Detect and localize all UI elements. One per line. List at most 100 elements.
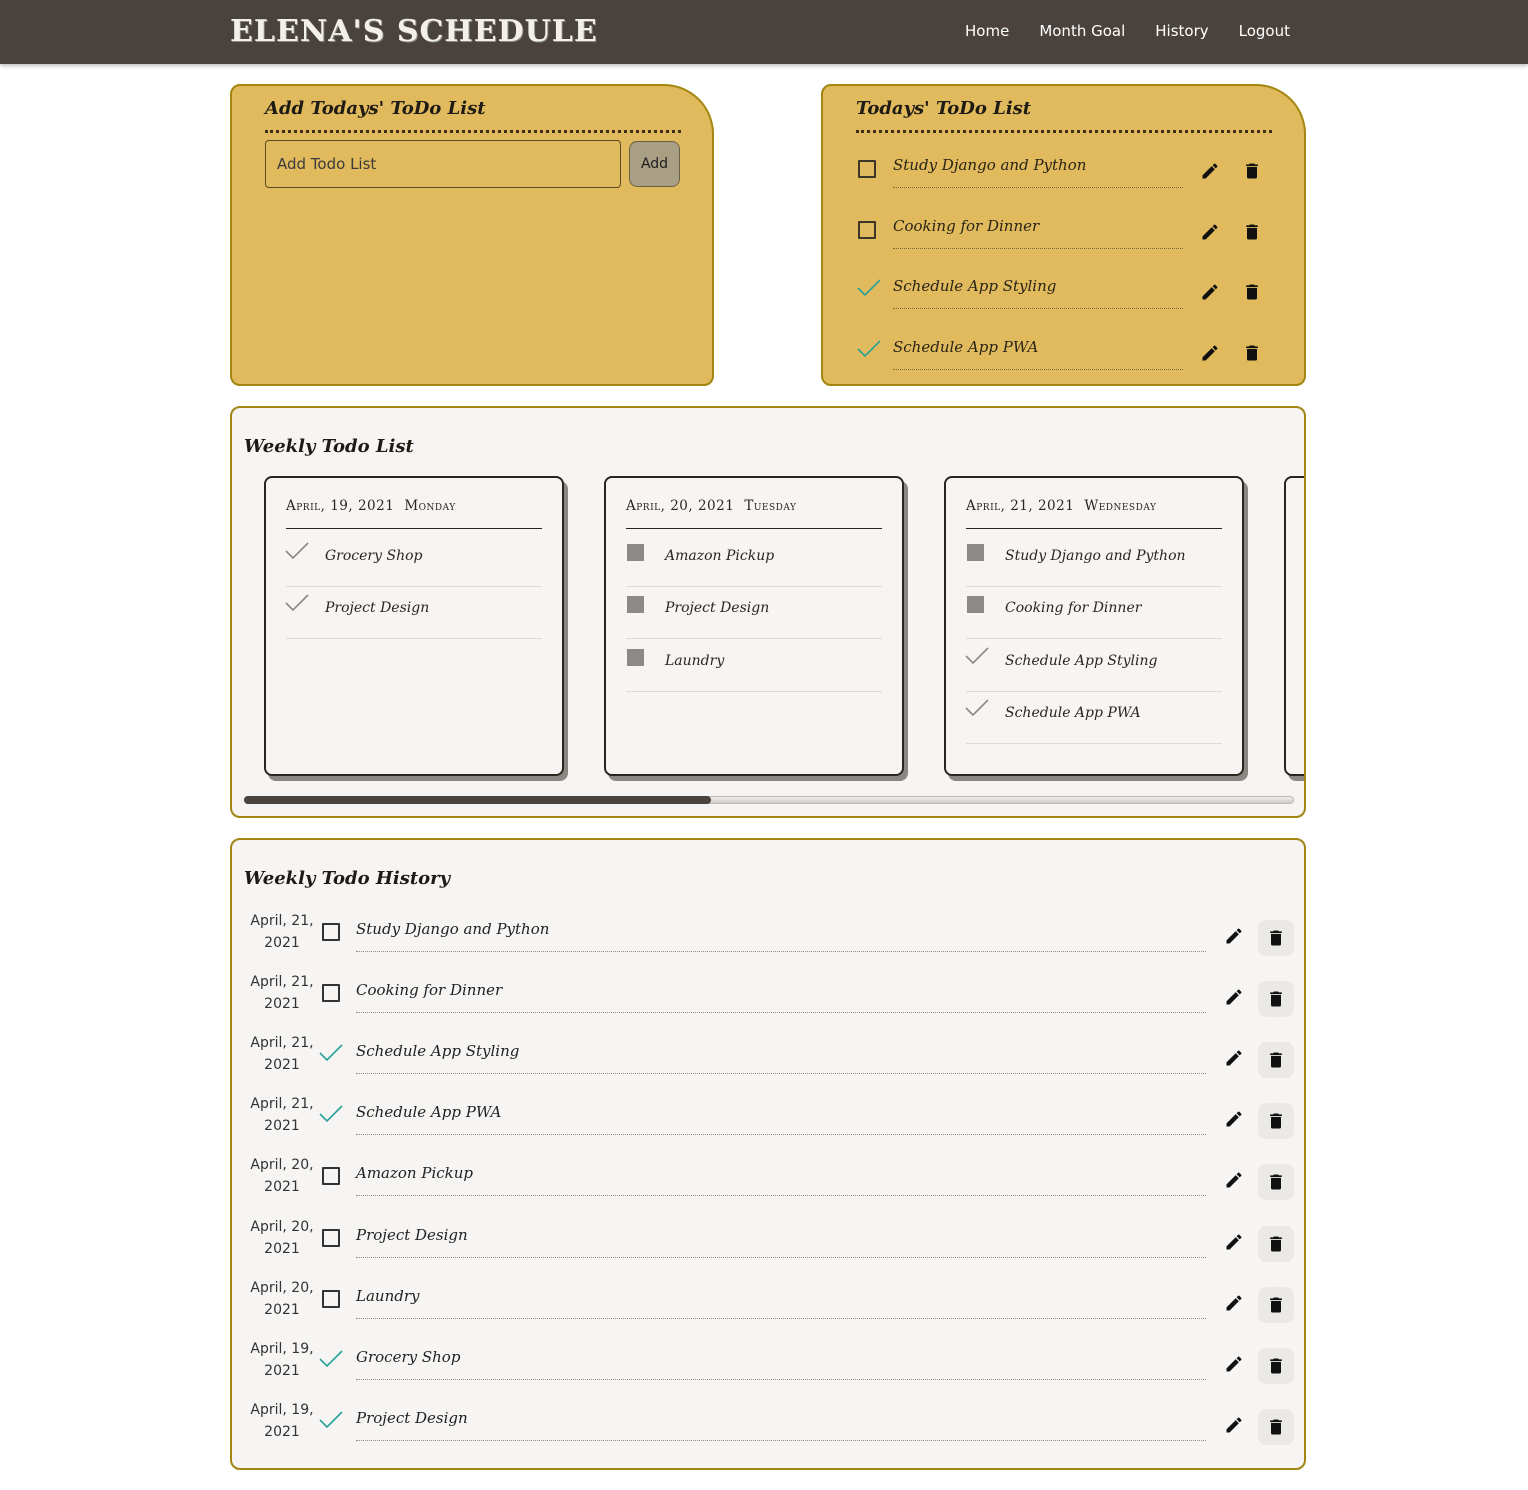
day-todo-item: Study Django and Python bbox=[966, 534, 1222, 587]
check-icon[interactable] bbox=[964, 697, 990, 719]
add-todo-input[interactable] bbox=[265, 140, 621, 188]
checkbox-icon[interactable] bbox=[858, 220, 876, 239]
check-icon[interactable] bbox=[318, 1409, 344, 1431]
trash-icon[interactable] bbox=[1266, 928, 1286, 948]
check-icon[interactable] bbox=[856, 338, 882, 360]
pencil-icon[interactable] bbox=[1224, 1048, 1244, 1068]
brand-logo[interactable]: ELENA'S SCHEDULE bbox=[230, 14, 598, 49]
checkbox-icon[interactable] bbox=[322, 1228, 340, 1247]
history-date-year: 2021 bbox=[264, 1423, 300, 1440]
delete-button[interactable] bbox=[1258, 1225, 1294, 1262]
delete-button[interactable] bbox=[1258, 920, 1294, 956]
pencil-icon[interactable] bbox=[1224, 1232, 1244, 1252]
history-todo-text: Study Django and Python bbox=[356, 920, 1206, 952]
history-todo-text: Cooking for Dinner bbox=[356, 981, 1206, 1014]
pending-square-icon bbox=[627, 544, 644, 561]
trash-icon[interactable] bbox=[1266, 1417, 1286, 1437]
check-icon[interactable] bbox=[856, 277, 882, 299]
day-todo-text: Schedule App PWA bbox=[1005, 704, 1141, 721]
delete-button[interactable] bbox=[1258, 1408, 1294, 1445]
pencil-icon[interactable] bbox=[1224, 1415, 1244, 1435]
day-todo-text: Schedule App Styling bbox=[1005, 652, 1158, 669]
day-todo-item: Amazon Pickup bbox=[626, 534, 882, 587]
trash-icon[interactable] bbox=[1266, 1172, 1286, 1192]
trash-icon[interactable] bbox=[1266, 1234, 1286, 1254]
delete-button[interactable] bbox=[1258, 1164, 1294, 1201]
trash-icon[interactable] bbox=[1266, 1356, 1286, 1376]
day-card-header: April, 21, 2021 Wednesday bbox=[966, 498, 1222, 529]
add-todo-button[interactable]: Add bbox=[629, 141, 680, 187]
day-card-weekday: Wednesday bbox=[1084, 498, 1157, 514]
history-date-year: 2021 bbox=[264, 1057, 300, 1074]
add-todo-title: Add Todays' ToDo List bbox=[265, 98, 486, 119]
check-icon[interactable] bbox=[318, 1348, 344, 1370]
pencil-icon[interactable] bbox=[1200, 343, 1220, 363]
trash-icon[interactable] bbox=[1242, 161, 1262, 181]
delete-button[interactable] bbox=[1258, 1286, 1294, 1323]
delete-button[interactable] bbox=[1258, 1347, 1294, 1384]
history-todo-text: Project Design bbox=[356, 1226, 1206, 1258]
history-todo-text: Laundry bbox=[356, 1287, 1206, 1319]
check-icon[interactable] bbox=[318, 1042, 344, 1064]
weekly-history-panel: Weekly Todo History April, 21, 2021 Study … bbox=[230, 838, 1306, 1470]
nav-history-link[interactable]: History bbox=[1155, 22, 1208, 40]
checkbox-icon[interactable] bbox=[322, 1289, 340, 1308]
nav-month-goal-link[interactable]: Month Goal bbox=[1039, 22, 1125, 40]
history-date: April, 20, 2021 bbox=[250, 1216, 314, 1260]
delete-button[interactable] bbox=[1258, 1103, 1294, 1140]
today-todo-card: Todays' ToDo List Study Django and Pytho… bbox=[821, 84, 1306, 386]
today-todo-title: Todays' ToDo List bbox=[856, 98, 1032, 119]
trash-icon[interactable] bbox=[1266, 1050, 1286, 1070]
day-todo-item: Project Design bbox=[284, 586, 542, 640]
history-date-year: 2021 bbox=[264, 1118, 300, 1135]
checkbox-icon[interactable] bbox=[322, 923, 340, 941]
today-todo-item: Schedule App Styling bbox=[856, 269, 1266, 329]
history-date: April, 19, 2021 bbox=[250, 1399, 314, 1443]
day-todo-item: Schedule App PWA bbox=[964, 691, 1222, 744]
horizontal-scrollbar-thumb[interactable] bbox=[244, 796, 712, 804]
pencil-icon[interactable] bbox=[1224, 926, 1244, 946]
history-date-line: April, 19, bbox=[250, 1340, 314, 1357]
pencil-icon[interactable] bbox=[1224, 1109, 1244, 1129]
delete-button[interactable] bbox=[1258, 981, 1294, 1018]
todo-item-text: Cooking for Dinner bbox=[893, 217, 1183, 249]
check-icon[interactable] bbox=[318, 1103, 344, 1125]
nav-logout-link[interactable]: Logout bbox=[1239, 22, 1290, 40]
pencil-icon[interactable] bbox=[1200, 282, 1220, 302]
check-icon[interactable] bbox=[964, 645, 990, 667]
check-icon[interactable] bbox=[284, 592, 310, 614]
history-date-year: 2021 bbox=[264, 935, 300, 951]
pencil-icon[interactable] bbox=[1200, 161, 1220, 181]
day-todo-text: Study Django and Python bbox=[1005, 548, 1186, 564]
history-row: April, 21, 2021 Schedule App Styling bbox=[250, 1032, 1294, 1093]
checkbox-icon[interactable] bbox=[858, 160, 876, 178]
trash-icon[interactable] bbox=[1266, 1111, 1286, 1131]
day-todo-text: Laundry bbox=[665, 652, 725, 669]
history-date: April, 19, 2021 bbox=[250, 1338, 314, 1382]
day-card: April, 19, 2021 Monday Grocery Shop Project… bbox=[264, 476, 564, 776]
day-card-date: April, 21, 2021 bbox=[966, 498, 1075, 514]
history-date-line: April, 19, bbox=[250, 1401, 314, 1418]
checkbox-icon[interactable] bbox=[322, 984, 340, 1003]
checkbox-icon[interactable] bbox=[322, 1167, 340, 1186]
trash-icon[interactable] bbox=[1242, 282, 1262, 302]
delete-button[interactable] bbox=[1258, 1042, 1294, 1079]
pencil-icon[interactable] bbox=[1224, 1354, 1244, 1374]
pencil-icon[interactable] bbox=[1200, 222, 1220, 242]
trash-icon[interactable] bbox=[1266, 1295, 1286, 1315]
pending-square-icon bbox=[627, 596, 644, 614]
day-todo-text: Project Design bbox=[665, 600, 770, 617]
today-todo-item: Study Django and Python bbox=[856, 148, 1266, 208]
trash-icon[interactable] bbox=[1266, 989, 1286, 1009]
history-date-line: April, 20, bbox=[250, 1279, 314, 1296]
history-date-line: April, 21, bbox=[250, 913, 314, 929]
trash-icon[interactable] bbox=[1242, 343, 1262, 363]
history-row: April, 20, 2021 Amazon Pickup bbox=[250, 1154, 1294, 1215]
check-icon[interactable] bbox=[284, 540, 310, 562]
pencil-icon[interactable] bbox=[1224, 1293, 1244, 1313]
nav-home-link[interactable]: Home bbox=[965, 22, 1009, 40]
pencil-icon[interactable] bbox=[1224, 987, 1244, 1007]
pencil-icon[interactable] bbox=[1224, 1170, 1244, 1190]
trash-icon[interactable] bbox=[1242, 222, 1262, 242]
pending-square-icon bbox=[967, 544, 984, 561]
